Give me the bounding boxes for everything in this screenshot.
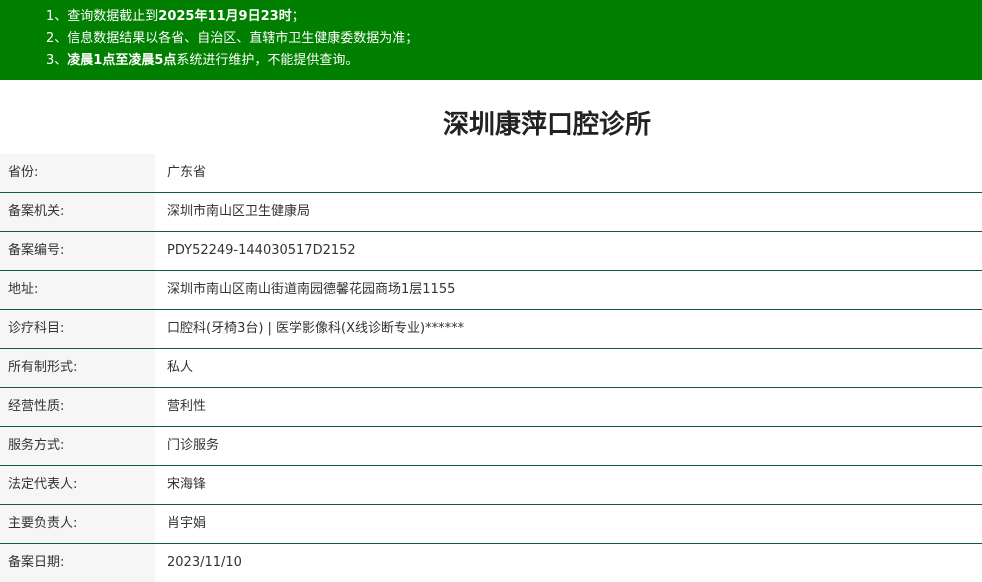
table-row-business-nature: 经营性质: 营利性 bbox=[0, 388, 982, 427]
row-value: 营利性 bbox=[167, 399, 207, 414]
notice-line-3-bold: 凌晨1点至凌晨5点 bbox=[67, 53, 177, 68]
row-value: 口腔科(牙椅3台) | 医学影像科(X线诊断专业)****** bbox=[167, 321, 465, 336]
row-value: 门诊服务 bbox=[167, 438, 220, 453]
row-label: 经营性质: bbox=[0, 388, 155, 426]
row-label: 服务方式: bbox=[0, 427, 155, 465]
row-label: 备案机关: bbox=[0, 193, 155, 231]
row-label: 备案日期: bbox=[0, 544, 155, 582]
table-row-address: 地址: 深圳市南山区南山街道南园德馨花园商场1层1155 bbox=[0, 271, 982, 310]
row-value: 肖宇娟 bbox=[167, 516, 207, 531]
table-row-authority: 备案机关: 深圳市南山区卫生健康局 bbox=[0, 193, 982, 232]
row-value: 2023/11/10 bbox=[167, 555, 242, 570]
row-label: 地址: bbox=[0, 271, 155, 309]
row-label: 诊疗科目: bbox=[0, 310, 155, 348]
row-value: 私人 bbox=[167, 360, 194, 375]
notice-line-3-suffix: 系统进行维护，不能提供查询。 bbox=[176, 53, 359, 68]
row-label: 法定代表人: bbox=[0, 466, 155, 504]
notice-line-3: 3、凌晨1点至凌晨5点系统进行维护，不能提供查询。 bbox=[46, 50, 982, 72]
row-label: 所有制形式: bbox=[0, 349, 155, 387]
notice-line-3-prefix: 3、 bbox=[46, 53, 68, 68]
notice-line-1: 1、查询数据截止到2025年11月9日23时； bbox=[46, 6, 982, 28]
notice-line-2-prefix: 2、信息数据结果以各省、自治区、直辖市卫生健康委数据为准； bbox=[46, 31, 419, 46]
row-value: 深圳市南山区卫生健康局 bbox=[167, 204, 311, 219]
table-row-ownership: 所有制形式: 私人 bbox=[0, 349, 982, 388]
info-table: 省份: 广东省 备案机关: 深圳市南山区卫生健康局 备案编号: PDY52249… bbox=[0, 154, 982, 582]
notice-line-1-bold: 2025年11月9日23时 bbox=[158, 9, 292, 24]
row-value: PDY52249-144030517D2152 bbox=[167, 243, 356, 258]
notice-line-1-suffix: ； bbox=[291, 9, 305, 24]
table-row-record-number: 备案编号: PDY52249-144030517D2152 bbox=[0, 232, 982, 271]
table-row-province: 省份: 广东省 bbox=[0, 154, 982, 193]
notice-line-2: 2、信息数据结果以各省、自治区、直辖市卫生健康委数据为准； bbox=[46, 28, 982, 50]
table-row-record-date: 备案日期: 2023/11/10 bbox=[0, 544, 982, 582]
page-title: 深圳康萍口腔诊所 bbox=[442, 110, 651, 140]
table-row-departments: 诊疗科目: 口腔科(牙椅3台) | 医学影像科(X线诊断专业)****** bbox=[0, 310, 982, 349]
table-row-legal-representative: 法定代表人: 宋海锋 bbox=[0, 466, 982, 505]
row-label: 主要负责人: bbox=[0, 505, 155, 543]
table-row-service-mode: 服务方式: 门诊服务 bbox=[0, 427, 982, 466]
row-label: 备案编号: bbox=[0, 232, 155, 270]
notice-line-1-prefix: 1、查询数据截止到 bbox=[46, 9, 159, 24]
row-value: 深圳市南山区南山街道南园德馨花园商场1层1155 bbox=[167, 282, 456, 297]
row-label: 省份: bbox=[0, 154, 155, 192]
table-row-principal: 主要负责人: 肖宇娟 bbox=[0, 505, 982, 544]
notice-banner: 1、查询数据截止到2025年11月9日23时； 2、信息数据结果以各省、自治区、… bbox=[0, 0, 982, 80]
row-value: 广东省 bbox=[167, 165, 207, 180]
row-value: 宋海锋 bbox=[167, 477, 207, 492]
